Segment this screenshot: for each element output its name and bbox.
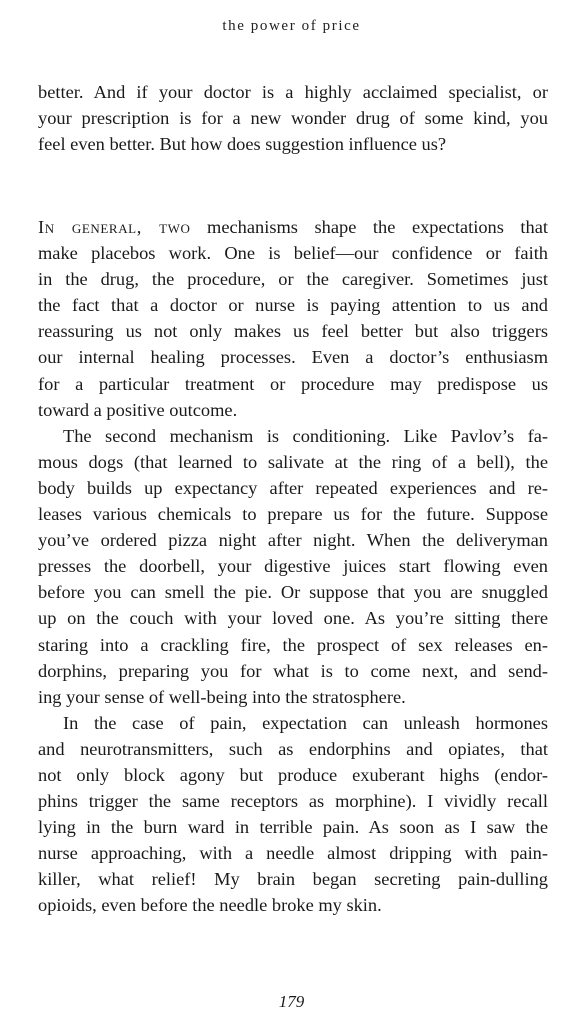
section-body: In general, two mechanisms shape the exp… bbox=[38, 214, 548, 919]
text-line-first: In general, two mechanisms shape the exp… bbox=[38, 214, 548, 240]
text-line: In the case of pain, expectation can unl… bbox=[63, 712, 548, 733]
text-line: you’ve ordered pizza night after night. … bbox=[38, 530, 548, 551]
text-line: the fact that a doctor or nurse is payin… bbox=[38, 295, 548, 316]
running-head: the power of price bbox=[222, 18, 361, 34]
text-line: before you can smell the pie. Or suppose… bbox=[38, 582, 548, 603]
first-line-text: mechanisms shape the expectations that bbox=[190, 217, 548, 237]
text-line: reassuring us not only makes us feel bet… bbox=[38, 321, 548, 342]
text-line: better. And if your doctor is a highly a… bbox=[38, 82, 548, 102]
small-caps-lead-in: In general, two bbox=[38, 217, 191, 237]
text-line: presses the doorbell, your digestive jui… bbox=[38, 556, 548, 577]
paragraph-conditioning: The second mechanism is conditioning. Li… bbox=[38, 423, 548, 710]
text-line: up on the couch with your loved one. As … bbox=[38, 608, 548, 629]
text-line: body builds up expectancy after repeated… bbox=[38, 477, 548, 498]
text-line: make placebos work. One is belief—our co… bbox=[38, 243, 548, 264]
text-line: feel even better. But how does suggestio… bbox=[38, 134, 447, 155]
paragraph-continuation: better. And if your doctor is a highly a… bbox=[38, 79, 548, 157]
text-line: in the drug, the procedure, or the careg… bbox=[38, 269, 548, 290]
text-line: and neurotransmitters, such as endorphin… bbox=[38, 738, 548, 759]
book-page: the power of price better. And if your d… bbox=[0, 0, 583, 1024]
text-line: toward a positive outcome. bbox=[38, 399, 238, 420]
text-line: dorphins, preparing you for what is to c… bbox=[38, 660, 548, 681]
text-line: opioids, even before the needle broke my… bbox=[38, 895, 382, 916]
text-line: leases various chemicals to prepare us f… bbox=[38, 504, 548, 525]
text-line: phins trigger the same receptors as morp… bbox=[38, 791, 548, 812]
text-line: not only block agony but produce exubera… bbox=[38, 764, 548, 785]
text-line: for a particular treatment or procedure … bbox=[38, 373, 548, 394]
text-line: our internal healing processes. Even a d… bbox=[38, 347, 548, 368]
text-line: your prescription is for a new wonder dr… bbox=[38, 108, 548, 129]
text-line: lying in the burn ward in terrible pain.… bbox=[38, 817, 548, 838]
text-line: nurse approaching, with a needle almost … bbox=[38, 843, 548, 864]
text-line: staring into a crackling fire, the prosp… bbox=[38, 634, 548, 655]
text-line: killer, what relief! My brain began secr… bbox=[38, 869, 548, 890]
text-line: ing your sense of well-being into the st… bbox=[38, 686, 406, 707]
page-number: 179 bbox=[278, 992, 305, 1011]
text-line: mous dogs (that learned to salivate at t… bbox=[38, 451, 548, 472]
paragraph-pain: In the case of pain, expectation can unl… bbox=[38, 710, 548, 919]
text-line: The second mechanism is conditioning. Li… bbox=[63, 425, 548, 446]
paragraph-mechanisms: In general, two mechanisms shape the exp… bbox=[38, 214, 548, 423]
